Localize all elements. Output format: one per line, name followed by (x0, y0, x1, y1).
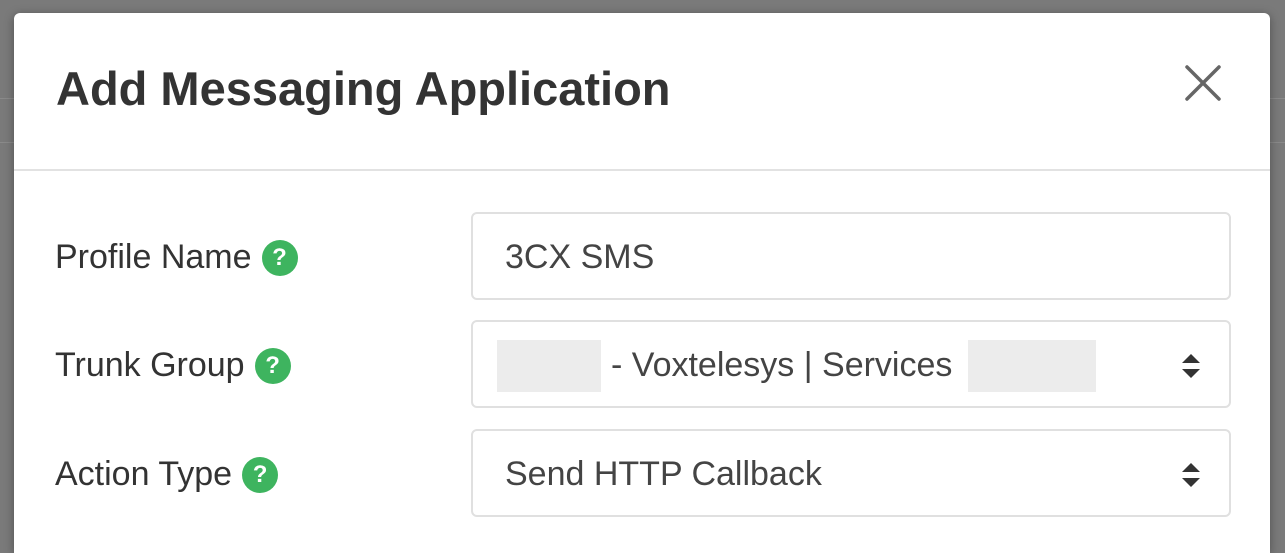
select-arrows-icon (1182, 463, 1200, 487)
redacted-block (968, 340, 1096, 392)
trunk-group-value: - Voxtelesys | Services (611, 346, 953, 384)
action-type-select[interactable]: Send HTTP Callback (471, 429, 1231, 517)
trunk-group-label: Trunk Group ? (55, 346, 291, 385)
trunk-group-label-text: Trunk Group (55, 346, 245, 384)
redacted-block (497, 340, 601, 392)
trunk-group-row: Trunk Group ? - Voxtelesys | Services (14, 320, 1270, 408)
select-arrows-icon (1182, 354, 1200, 378)
action-type-label-text: Action Type (55, 455, 233, 493)
trunk-group-select[interactable]: - Voxtelesys | Services (471, 320, 1231, 408)
add-messaging-application-modal: Add Messaging Application Profile Name ?… (14, 13, 1270, 553)
profile-name-label-text: Profile Name (55, 238, 252, 276)
close-button[interactable] (1177, 57, 1229, 109)
help-question-icon[interactable]: ? (254, 347, 291, 384)
modal-title: Add Messaging Application (56, 62, 671, 115)
action-type-value: Send HTTP Callback (505, 455, 822, 493)
action-type-row: Action Type ? Send HTTP Callback (14, 429, 1270, 517)
help-question-icon[interactable]: ? (242, 456, 279, 493)
profile-name-value: 3CX SMS (505, 238, 655, 276)
profile-name-label: Profile Name ? (55, 238, 298, 277)
profile-name-row: Profile Name ? 3CX SMS (14, 212, 1270, 300)
action-type-label: Action Type ? (55, 455, 279, 494)
help-question-icon[interactable]: ? (261, 239, 298, 276)
profile-name-input[interactable]: 3CX SMS (471, 212, 1231, 300)
modal-header: Add Messaging Application (14, 13, 1270, 171)
close-x-icon (1185, 65, 1221, 101)
